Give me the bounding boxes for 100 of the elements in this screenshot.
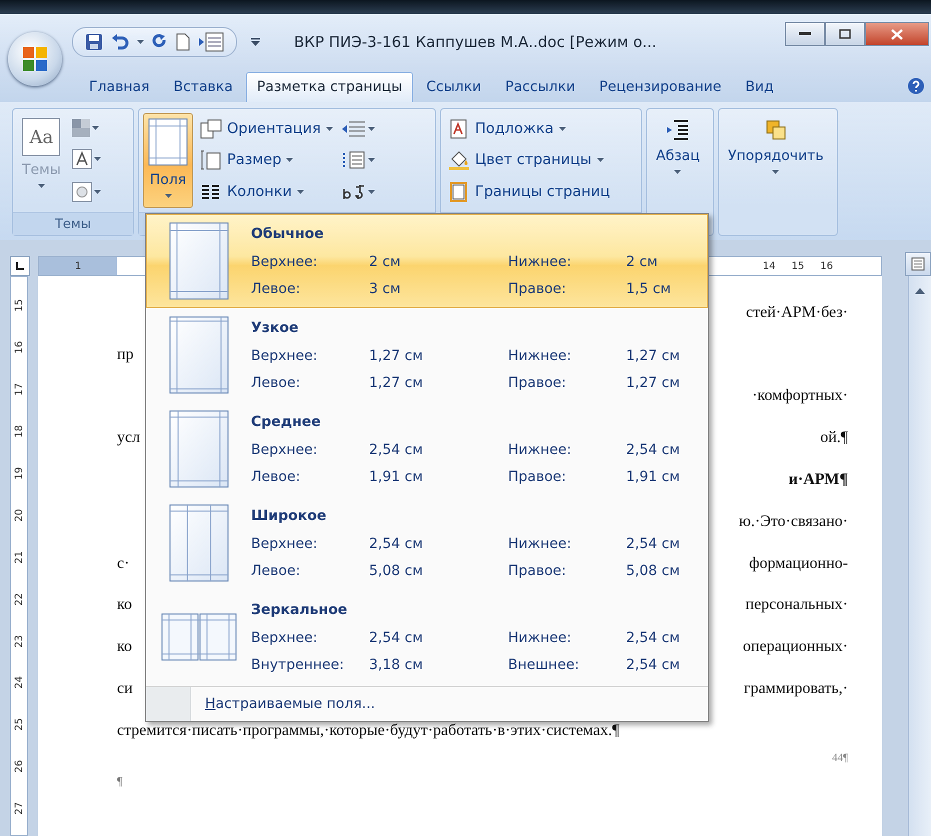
tab-stop-selector[interactable] <box>10 256 30 276</box>
ruler-number: 21 <box>14 550 24 564</box>
ribbon-tab[interactable]: Ссылки <box>415 72 492 102</box>
mirrored-pages-icon <box>161 613 237 661</box>
ruler-number: 20 <box>14 508 24 522</box>
ribbon-command[interactable]: Цвет страницы <box>445 148 614 172</box>
ruler-number: 14 <box>762 260 777 272</box>
ruler-number: 16 <box>819 260 834 272</box>
ribbon-tab[interactable]: Разметка страницы <box>246 72 414 102</box>
save-icon[interactable] <box>85 33 103 51</box>
ruler-toggle-icon <box>911 257 925 271</box>
ribbon-tab[interactable]: Рецензирование <box>588 72 732 102</box>
maximize-button[interactable] <box>825 22 865 46</box>
ruler-number: 25 <box>14 718 24 732</box>
minimize-icon <box>799 32 811 36</box>
caret-icon <box>596 158 604 162</box>
page-size-icon <box>200 150 222 170</box>
margin-preset[interactable]: Широкое Верхнее: 2,54 см Нижнее: 2,54 см Левое: 5,08 см Правое: 5,08 см <box>146 496 708 590</box>
page-margins-icon <box>169 504 229 582</box>
page-margins-icon <box>148 118 188 166</box>
scroll-up-icon[interactable] <box>915 288 925 294</box>
letter-icon <box>72 149 92 170</box>
line-numbers-icon <box>342 151 366 170</box>
print-preview-icon[interactable] <box>198 32 224 52</box>
color-squares-icon <box>72 119 90 138</box>
vertical-ruler[interactable]: 15 16 17 18 19 20 21 22 23 24 25 26 27 <box>10 276 28 836</box>
ruler-number: 15 <box>790 260 806 272</box>
ribbon-command[interactable]: Границы страниц <box>445 180 614 204</box>
document-text: ой.¶ <box>820 429 848 448</box>
document-text: ко <box>117 638 132 656</box>
margin-preset[interactable]: Среднее Верхнее: 2,54 см Нижнее: 2,54 см Левое: 1,91 см Правое: 1,91 см <box>146 402 708 496</box>
margin-preset[interactable]: Обычное Верхнее: 2 см Нижнее: 2 см Левое: 3 см Правое: 1,5 см <box>146 214 708 308</box>
ruler-number: 27 <box>14 802 24 815</box>
ribbon-tab[interactable]: Вид <box>734 72 785 102</box>
ribbon-command[interactable]: Ориентация <box>197 116 336 141</box>
ribbon-command[interactable]: Колонки <box>197 180 336 204</box>
ribbon-tab[interactable]: Главная <box>78 72 160 102</box>
document-text: ко <box>117 596 132 614</box>
ruler-number: 18 <box>14 424 24 438</box>
orientation-icon <box>200 118 222 139</box>
paint-bucket-icon <box>448 150 470 170</box>
caret-icon <box>326 126 333 131</box>
caret-icon <box>164 194 172 198</box>
customize-toolbar-icon[interactable] <box>251 38 260 46</box>
themes-button[interactable]: Aa Темы <box>17 113 66 208</box>
close-icon <box>891 28 903 40</box>
document-text: стей·АРМ·без· <box>746 304 848 322</box>
page-number: 44¶ <box>832 752 848 764</box>
document-text: и·АРМ¶ <box>788 471 848 490</box>
document-text: пр <box>117 346 134 364</box>
ruler-number: 17 <box>14 382 24 396</box>
office-button[interactable] <box>8 32 62 86</box>
stacked-squares-icon <box>764 118 788 142</box>
ribbon-command[interactable]: Подложка <box>445 116 614 141</box>
document-text: формационно- <box>749 554 848 573</box>
caret-icon <box>94 190 101 194</box>
undo-icon[interactable] <box>111 34 129 50</box>
vertical-scrollbar[interactable] <box>908 276 931 836</box>
margins-button[interactable]: Поля <box>143 113 193 208</box>
caret-icon <box>368 126 375 131</box>
page-margins-icon <box>169 316 229 394</box>
margin-preset[interactable]: Узкое Верхнее: 1,27 см Нижнее: 1,27 см Левое: 1,27 см Правое: 1,27 см <box>146 308 708 402</box>
document-text: с· <box>117 554 130 573</box>
theme-effects-button[interactable] <box>70 180 103 204</box>
group-label: Темы <box>13 212 133 235</box>
close-button[interactable] <box>865 22 929 46</box>
ruler-number: 26 <box>14 760 24 774</box>
ruler-number: 19 <box>14 466 24 480</box>
ribbon-tab[interactable]: Вставка <box>162 72 244 102</box>
ribbon-command[interactable]: Размер <box>197 148 336 172</box>
ruler-number: 15 <box>14 299 24 312</box>
ruler-number: 22 <box>14 592 24 606</box>
document-text: усл <box>117 429 140 448</box>
indent-icon <box>666 118 690 142</box>
theme-fonts-button[interactable] <box>70 147 103 172</box>
document-text: граммировать,· <box>744 680 848 698</box>
document-text: ю.·Это·связано· <box>738 512 848 531</box>
breaks-icon <box>342 120 366 138</box>
view-ruler-button[interactable] <box>905 252 931 276</box>
undo-dropdown-icon <box>137 40 144 44</box>
new-document-icon[interactable] <box>176 33 190 51</box>
custom-margins-item[interactable]: Настраиваемые поля... <box>203 694 378 714</box>
ribbon-tab[interactable]: Рассылки <box>494 72 586 102</box>
window-title: ВКР ПИЭ-3-161 Каппушев М.А..doc [Режим о... <box>294 33 657 51</box>
document-text: персональных· <box>746 596 848 614</box>
office-logo <box>20 44 50 74</box>
page-margins-icon <box>169 410 229 488</box>
ruler-number: 24 <box>14 676 24 690</box>
minimize-button[interactable] <box>785 22 825 46</box>
document-text: си <box>117 680 133 698</box>
ruler-number: 1 <box>74 260 82 272</box>
themes-preview: Aa <box>22 118 60 156</box>
tab-stop-icon <box>15 261 25 271</box>
document-text: стремится·писать·программы,·которые·будут·работать·в·этих·системах.¶ <box>117 722 620 740</box>
help-icon[interactable] <box>907 77 925 95</box>
margin-preset[interactable]: Зеркальное Верхнее: 2,54 см Нижнее: 2,54 см Внутреннее: 3,18 см Внешнее: 2,54 см <box>146 590 708 684</box>
document-text: ·комфортных· <box>752 387 848 406</box>
redo-icon[interactable] <box>152 34 168 50</box>
ruler-number: 16 <box>14 340 24 354</box>
caret-icon <box>368 190 375 194</box>
